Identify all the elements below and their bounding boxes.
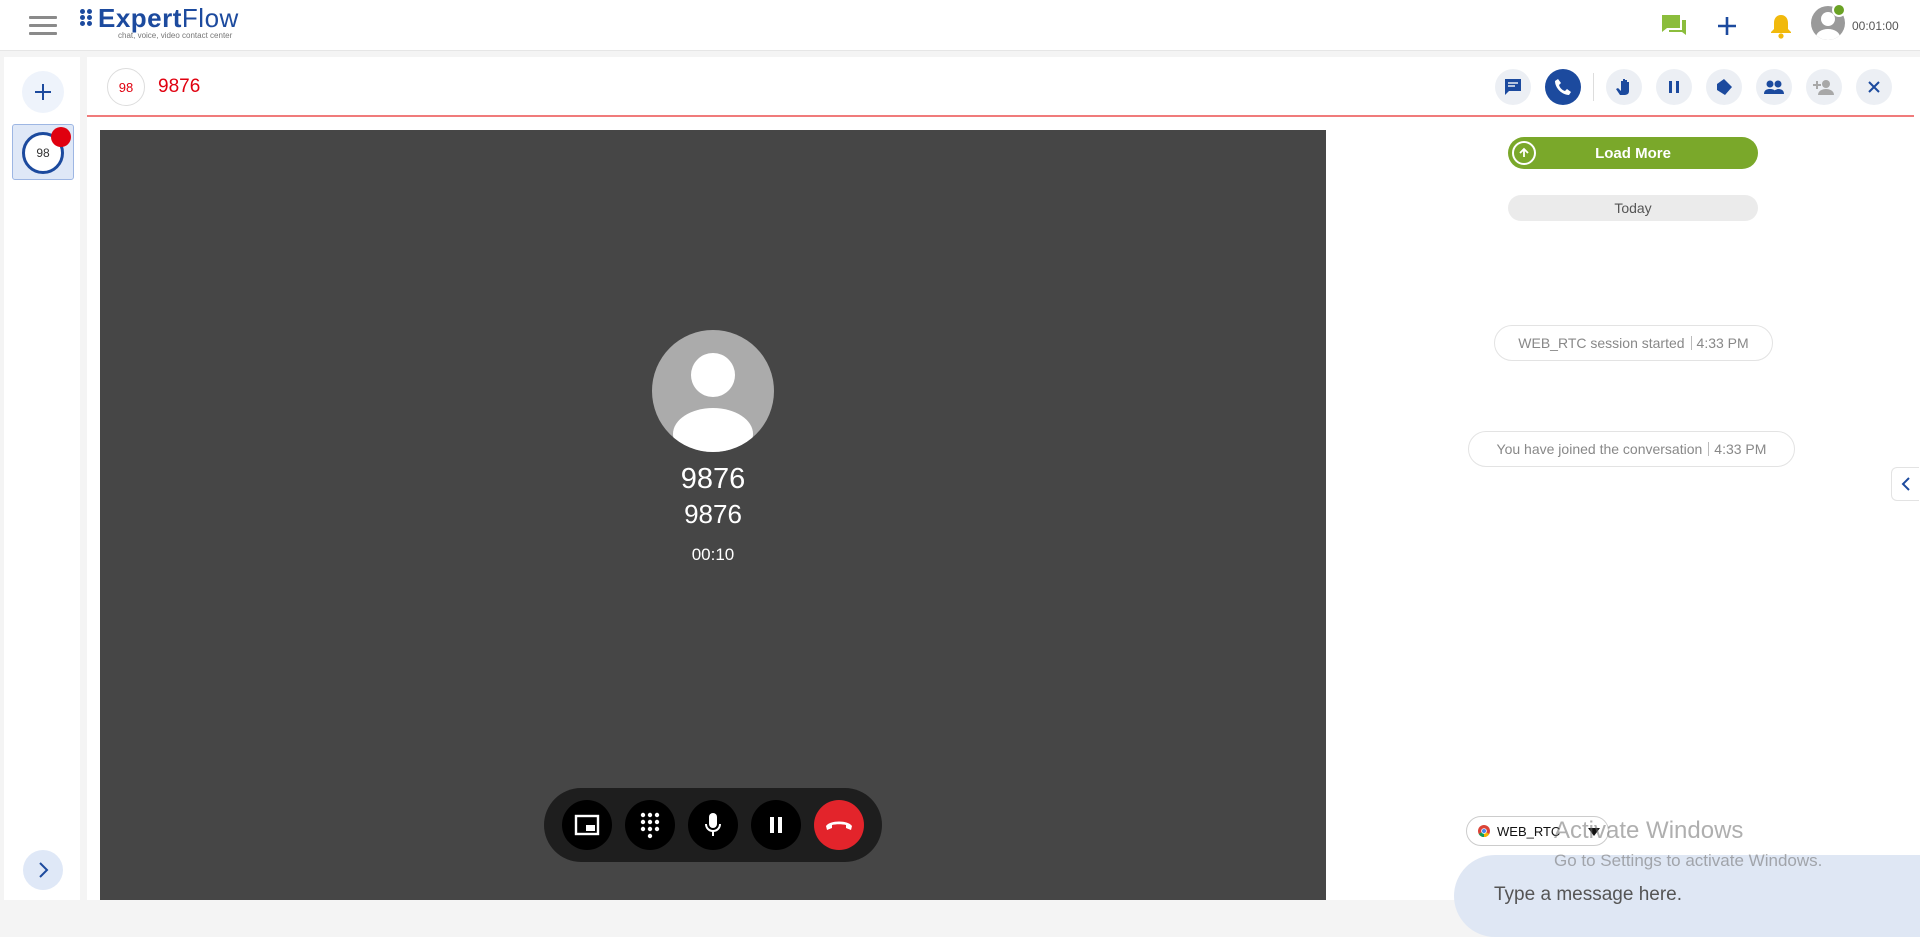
chevron-left-icon bbox=[1901, 477, 1910, 491]
conversation-card[interactable]: 98 bbox=[12, 124, 74, 180]
conversation-panel: 98 9876 9876 9876 00:10 Load More Today … bbox=[87, 57, 1920, 937]
system-message-text: WEB_RTC session started bbox=[1518, 335, 1685, 351]
date-separator: Today bbox=[1508, 195, 1758, 221]
group-icon bbox=[1764, 80, 1784, 94]
agent-state-timer: 00:01:00 bbox=[1852, 19, 1899, 33]
system-message-time: 4:33 PM bbox=[1708, 442, 1766, 456]
tag-icon bbox=[1717, 79, 1732, 95]
voice-call-button[interactable] bbox=[1545, 69, 1581, 105]
call-video-area: 9876 9876 00:10 bbox=[100, 130, 1326, 900]
message-input[interactable] bbox=[1494, 875, 1914, 915]
customer-name[interactable]: 9876 bbox=[158, 76, 200, 98]
caller-avatar-icon bbox=[652, 330, 774, 452]
agent-status-indicator bbox=[1832, 3, 1846, 17]
dialpad-button[interactable] bbox=[625, 800, 675, 850]
end-call-icon bbox=[826, 821, 852, 830]
call-duration: 00:10 bbox=[691, 545, 735, 564]
dialpad-icon bbox=[640, 812, 660, 839]
system-message-time: 4:33 PM bbox=[1690, 336, 1749, 350]
brand-tagline: chat, voice, video contact center bbox=[118, 31, 233, 40]
caller-number: 9876 bbox=[684, 499, 742, 529]
new-conversation-button[interactable] bbox=[22, 71, 64, 113]
picture-in-picture-icon bbox=[574, 814, 600, 836]
hold-button[interactable] bbox=[1656, 69, 1692, 105]
load-more-label: Load More bbox=[1595, 144, 1671, 162]
system-message: WEB_RTC session started 4:33 PM bbox=[1494, 325, 1773, 361]
hand-icon bbox=[1616, 79, 1629, 95]
chat-channel-button[interactable] bbox=[1495, 69, 1531, 105]
channel-label: WEB_RTC bbox=[1497, 823, 1561, 839]
add-person-icon bbox=[1813, 80, 1834, 95]
activation-watermark-subtitle: Go to Settings to activate Windows. bbox=[1554, 851, 1823, 870]
notification-badge bbox=[51, 127, 71, 147]
caller-name: 9876 bbox=[680, 463, 746, 495]
end-call-button[interactable] bbox=[814, 800, 864, 850]
raise-hand-button[interactable] bbox=[1606, 69, 1642, 105]
header-divider bbox=[1593, 73, 1594, 101]
hold-call-button[interactable] bbox=[751, 800, 801, 850]
conversation-header: 98 9876 bbox=[87, 57, 1914, 117]
arrow-up-icon bbox=[1512, 141, 1536, 165]
picture-in-picture-button[interactable] bbox=[562, 800, 612, 850]
pause-icon bbox=[1669, 81, 1679, 93]
message-icon bbox=[1505, 79, 1521, 95]
wrap-up-button[interactable] bbox=[1706, 69, 1742, 105]
brand-name-part-b: Flow bbox=[181, 3, 239, 33]
chrome-icon bbox=[1478, 825, 1490, 837]
conversation-rail: 98 bbox=[4, 57, 80, 900]
customer-avatar: 98 bbox=[107, 68, 145, 106]
bell-icon[interactable] bbox=[1765, 10, 1797, 42]
load-more-button[interactable]: Load More bbox=[1508, 137, 1758, 169]
chat-icon[interactable] bbox=[1658, 10, 1690, 42]
pause-icon bbox=[770, 817, 782, 833]
top-bar: ExpertFlow chat, voice, video contact ce… bbox=[0, 0, 1920, 51]
participants-button[interactable] bbox=[1756, 69, 1792, 105]
chat-panel: Load More Today WEB_RTC session started … bbox=[1328, 119, 1920, 937]
brand-name-part-a: Expert bbox=[98, 3, 182, 33]
expand-rail-button[interactable] bbox=[23, 850, 63, 890]
add-participant-button[interactable] bbox=[1806, 69, 1842, 105]
phone-icon bbox=[1555, 79, 1571, 95]
brand-name: ExpertFlow bbox=[98, 3, 239, 34]
microphone-icon bbox=[705, 813, 721, 836]
close-conversation-button[interactable] bbox=[1856, 69, 1892, 105]
chevron-right-icon bbox=[39, 862, 49, 878]
system-message: You have joined the conversation 4:33 PM bbox=[1468, 431, 1795, 467]
menu-icon[interactable] bbox=[29, 16, 57, 36]
plus-icon[interactable] bbox=[1711, 10, 1743, 42]
mute-button[interactable] bbox=[688, 800, 738, 850]
activation-watermark-title: Activate Windows bbox=[1554, 817, 1744, 844]
close-icon bbox=[1868, 81, 1880, 93]
system-message-text: You have joined the conversation bbox=[1496, 441, 1703, 457]
logo-dots-icon bbox=[80, 9, 96, 26]
collapse-side-panel-button[interactable] bbox=[1891, 467, 1919, 501]
call-controls-bar bbox=[544, 788, 882, 862]
